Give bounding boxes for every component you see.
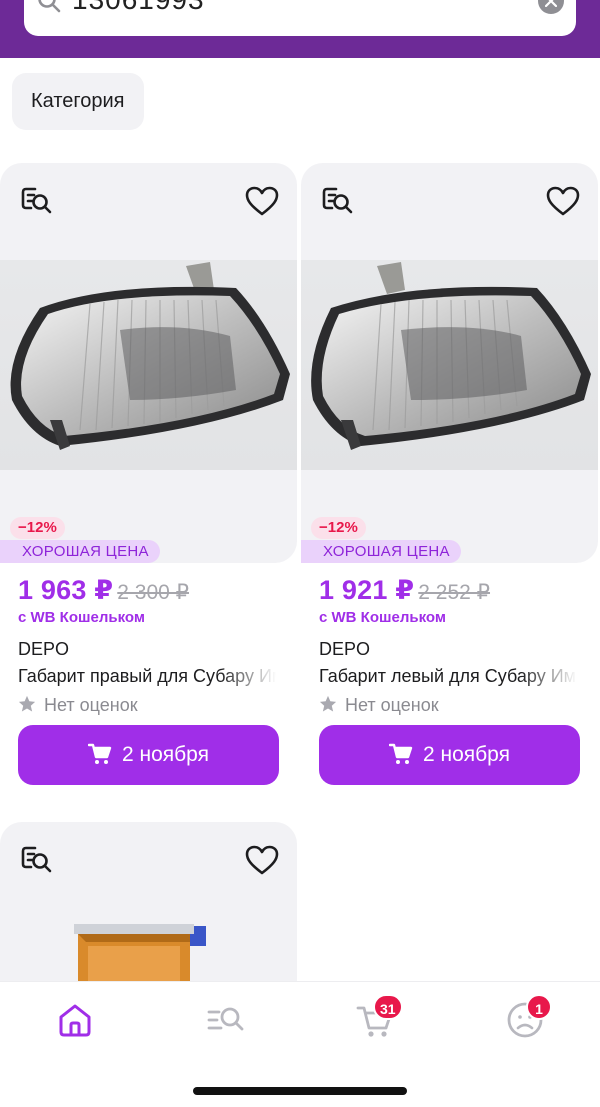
old-price: 2 300 ₽ <box>117 581 190 604</box>
star-icon <box>18 695 36 712</box>
price: 1 963 ₽ <box>18 575 114 605</box>
add-to-cart-button[interactable]: 2 ноября <box>319 725 580 785</box>
discount-badge: −12% <box>311 517 366 539</box>
find-similar-icon[interactable] <box>20 183 54 217</box>
rating: Нет оценок <box>319 695 439 716</box>
delivery-date: 2 ноября <box>422 743 510 766</box>
home-indicator <box>193 1087 407 1095</box>
heart-icon[interactable] <box>244 844 280 876</box>
home-icon[interactable] <box>55 1000 95 1040</box>
top-bar: 13061993 <box>0 0 600 58</box>
find-similar-icon[interactable] <box>20 842 54 876</box>
product-title[interactable]: Габарит левый для Субару Импреза <box>319 666 577 687</box>
product-brand: DEPO <box>18 639 70 659</box>
search-field[interactable]: 13061993 <box>24 0 576 36</box>
rating: Нет оценок <box>18 695 138 716</box>
search-query[interactable]: 13061993 <box>72 0 205 18</box>
find-similar-icon[interactable] <box>321 183 355 217</box>
product-photo[interactable] <box>70 920 220 982</box>
product-photo[interactable] <box>0 260 297 470</box>
product-image-area[interactable] <box>301 163 598 563</box>
good-price-badge: ХОРОШАЯ ЦЕНА <box>301 540 461 563</box>
search-icon <box>38 0 61 13</box>
price: 1 921 ₽ <box>319 575 415 605</box>
product-brand: DEPO <box>319 639 371 659</box>
profile-tab[interactable]: 1 <box>505 994 552 1040</box>
product-image-area[interactable] <box>0 822 297 982</box>
price-row: 1 921 ₽2 252 ₽ <box>319 575 490 606</box>
product-photo[interactable] <box>301 260 598 470</box>
wallet-note: с WB Кошельком <box>18 609 145 626</box>
rating-label: Нет оценок <box>44 695 138 715</box>
old-price: 2 252 ₽ <box>418 581 491 604</box>
cart-count-badge: 31 <box>373 994 403 1020</box>
profile-notification-badge: 1 <box>526 994 552 1020</box>
star-icon <box>319 695 337 712</box>
cart-icon <box>87 743 112 764</box>
discount-badge: −12% <box>10 517 65 539</box>
cart-tab[interactable]: 31 <box>355 994 403 1040</box>
price-row: 1 963 ₽2 300 ₽ <box>18 575 189 606</box>
category-filter-chip[interactable]: Категория <box>12 73 144 130</box>
heart-icon[interactable] <box>244 185 280 217</box>
heart-icon[interactable] <box>545 185 581 217</box>
rating-label: Нет оценок <box>345 695 439 715</box>
add-to-cart-button[interactable]: 2 ноября <box>18 725 279 785</box>
clear-icon[interactable] <box>538 0 564 14</box>
product-image-area[interactable] <box>0 163 297 563</box>
wallet-note: с WB Кошельком <box>319 609 446 626</box>
delivery-date: 2 ноября <box>121 743 209 766</box>
product-title[interactable]: Габарит правый для Субару Импреза <box>18 666 276 687</box>
cart-icon <box>388 743 413 764</box>
catalog-search-icon[interactable] <box>205 1000 245 1040</box>
good-price-badge: ХОРОШАЯ ЦЕНА <box>0 540 160 563</box>
